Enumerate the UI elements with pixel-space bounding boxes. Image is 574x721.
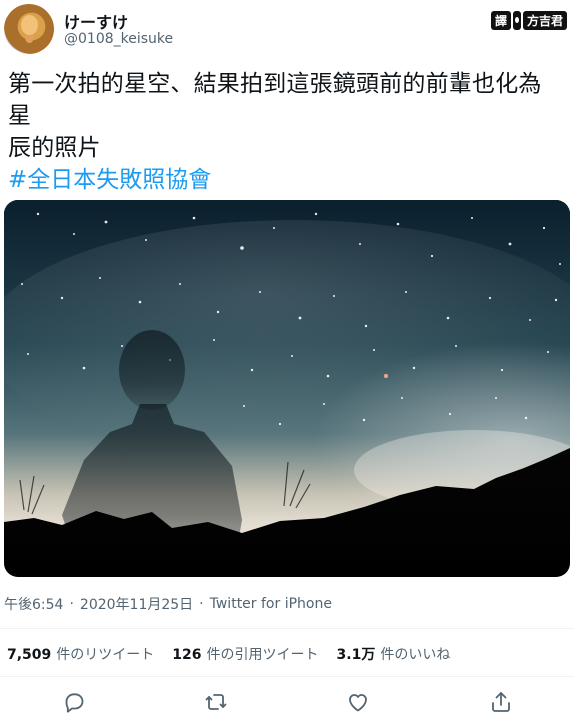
quote-tweet-label: 件の引用ツイート [206, 647, 319, 663]
engagement-stats: 7,509 件のリツイート 126 件の引用ツイート 3.1万 件のいいね [7, 644, 450, 664]
retweet-count: 7,509 [7, 647, 52, 663]
reply-button[interactable] [62, 690, 86, 714]
translator-watermark-left: 譯 [490, 11, 511, 30]
translator-watermark: 譯 方吉君 [490, 9, 567, 32]
timestamp-separator: · [69, 596, 74, 612]
tweet-text-line-1: 第一次拍的星空、結果拍到這張鏡頭前的前輩也化為星 [8, 71, 542, 129]
retweet-button[interactable] [204, 690, 228, 714]
tweet-header: けーすけ @0108_keisuke 譯 方吉君 [0, 0, 574, 60]
display-name[interactable]: けーすけ [64, 9, 128, 33]
tweet-time: 午後6:54 [4, 597, 64, 613]
retweet-label: 件のリツイート [56, 647, 155, 663]
starry-sky-photo [4, 200, 570, 577]
like-label: 件のいいね [380, 647, 451, 663]
divider [0, 676, 574, 677]
reply-icon [65, 693, 84, 713]
hashtag-link[interactable]: #全日本失敗照協會 [8, 160, 211, 194]
tweet-text: 第一次拍的星空、結果拍到這張鏡頭前的前輩也化為星 辰的照片 [8, 68, 564, 164]
tweet-photo[interactable] [4, 200, 570, 577]
like-count: 3.1万 [336, 647, 376, 663]
avatar-face [21, 15, 38, 35]
retweet-icon [205, 694, 227, 710]
like-stat[interactable]: 3.1万 件のいいね [337, 644, 451, 664]
translator-watermark-right: 方吉君 [522, 11, 567, 30]
like-icon [349, 694, 367, 712]
tweet-date: 2020年11月25日 [79, 597, 194, 613]
retweet-stat[interactable]: 7,509 件のリツイート [7, 644, 154, 664]
tweet-timestamp[interactable]: 午後6:54 · 2020年11月25日 · Twitter for iPhon… [4, 594, 332, 614]
share-icon [492, 692, 510, 712]
watermark-dot-icon [512, 11, 521, 30]
share-button[interactable] [489, 690, 513, 714]
user-handle[interactable]: @0108_keisuke [64, 31, 173, 47]
divider [0, 628, 574, 629]
avatar[interactable] [4, 4, 54, 54]
tweet-actions [0, 686, 574, 721]
timestamp-separator-2: · [199, 596, 204, 612]
quote-tweet-stat[interactable]: 126 件の引用ツイート [172, 644, 318, 664]
like-button[interactable] [346, 690, 370, 714]
tweet-source[interactable]: Twitter for iPhone [210, 596, 332, 612]
quote-tweet-count: 126 [172, 647, 202, 663]
